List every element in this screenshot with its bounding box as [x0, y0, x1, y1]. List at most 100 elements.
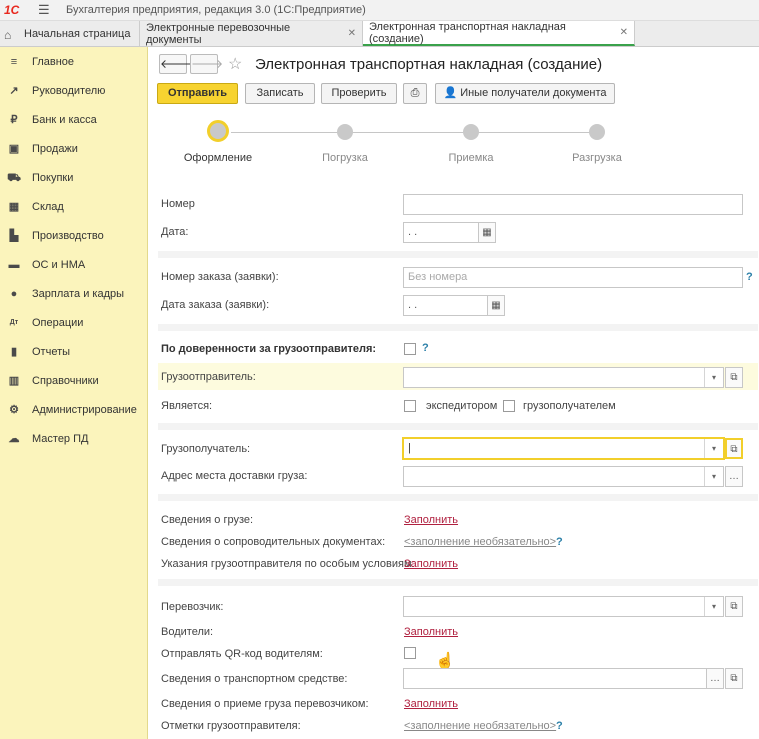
- sidebar-item-label: Администрирование: [32, 403, 137, 416]
- open-shipper-button[interactable]: ⧉: [725, 367, 743, 388]
- step-dot-formatting[interactable]: [207, 120, 229, 142]
- sidebar-item-label: Производство: [32, 229, 104, 242]
- check-button[interactable]: Проверить: [321, 83, 397, 104]
- accompanying-docs-link[interactable]: <заполнение необязательно>: [404, 536, 556, 548]
- help-icon[interactable]: ?: [556, 536, 563, 548]
- step-dot-acceptance[interactable]: [463, 124, 479, 140]
- sidebar-item-warehouse[interactable]: ▦ Склад: [0, 192, 147, 221]
- home-icon: ⌂: [4, 27, 12, 42]
- calendar-button[interactable]: ▦: [478, 222, 496, 243]
- consignee-checkbox[interactable]: [503, 400, 515, 412]
- ruble-icon: ₽: [10, 113, 18, 126]
- 1c-logo-icon[interactable]: 1С: [4, 3, 30, 17]
- carrier-select[interactable]: ▾: [403, 596, 724, 617]
- shipper-select[interactable]: ▾: [403, 367, 724, 388]
- sidebar-item-admin[interactable]: ⚙ Администрирование: [0, 395, 147, 424]
- sidebar-item-purchases[interactable]: ⛟ Покупки: [0, 163, 147, 192]
- calendar-button[interactable]: ▦: [487, 295, 505, 316]
- tab-transport-docs-label: Электронные перевозочные документы: [146, 21, 291, 46]
- vehicle-input[interactable]: [403, 668, 707, 689]
- sidebar-item-operations[interactable]: Дт Операции: [0, 308, 147, 337]
- open-window-icon: ⧉: [730, 601, 738, 612]
- select-vehicle-button[interactable]: …: [706, 668, 724, 689]
- carrier-acceptance-fill-link[interactable]: Заполнить: [404, 698, 458, 710]
- special-conditions-fill-link[interactable]: Заполнить: [404, 558, 458, 570]
- sidebar-item-bank[interactable]: ₽ Банк и касса: [0, 105, 147, 134]
- person-icon: ●: [10, 287, 18, 300]
- sidebar-item-label: Банк и касса: [32, 113, 97, 126]
- date-input[interactable]: . .: [403, 222, 479, 243]
- sidebar: ≡ Главное ↗ Руководителю ₽ Банк и касса ▣ Пр…: [0, 47, 148, 739]
- order-date-label: Дата заказа (заявки):: [161, 299, 270, 311]
- tab-transport-docs[interactable]: Электронные перевозочные документы ✕: [140, 21, 363, 46]
- step-label-loading: Погрузка: [322, 152, 368, 164]
- sidebar-item-manager[interactable]: ↗ Руководителю: [0, 76, 147, 105]
- sidebar-item-reports[interactable]: ▮ Отчеты: [0, 337, 147, 366]
- help-icon[interactable]: ?: [556, 720, 563, 732]
- sidebar-item-production[interactable]: ▙ Производство: [0, 221, 147, 250]
- help-icon[interactable]: ?: [422, 342, 429, 354]
- tab-bar: ⌂ Начальная страница Электронные перевоз…: [0, 21, 759, 47]
- grid-icon: ▦: [8, 200, 20, 213]
- close-icon[interactable]: ✕: [620, 27, 628, 38]
- sidebar-item-sales[interactable]: ▣ Продажи: [0, 134, 147, 163]
- sidebar-item-label: Справочники: [32, 374, 99, 387]
- open-carrier-button[interactable]: ⧉: [725, 596, 743, 617]
- send-button[interactable]: Отправить: [157, 83, 238, 104]
- forwarder-label: экспедитором: [426, 400, 498, 412]
- save-button[interactable]: Записать: [245, 83, 315, 104]
- sidebar-item-salary[interactable]: ● Зарплата и кадры: [0, 279, 147, 308]
- qr-checkbox[interactable]: [404, 647, 416, 659]
- step-dot-unloading[interactable]: [589, 124, 605, 140]
- number-label: Номер: [161, 198, 195, 210]
- chevron-down-icon[interactable]: ▾: [704, 368, 723, 387]
- other-recipients-button[interactable]: 👤 Иные получатели документа: [435, 83, 615, 104]
- order-date-input[interactable]: . .: [403, 295, 489, 316]
- section-divider: [158, 423, 758, 430]
- step-label-formatting: Оформление: [183, 152, 253, 164]
- forwarder-checkbox[interactable]: [404, 400, 416, 412]
- number-input[interactable]: [403, 194, 743, 215]
- drivers-label: Водители:: [161, 626, 214, 638]
- favorite-star-icon[interactable]: ☆: [228, 54, 242, 74]
- chevron-down-icon[interactable]: ▾: [704, 597, 723, 616]
- drivers-fill-link[interactable]: Заполнить: [404, 626, 458, 638]
- cargo-info-fill-link[interactable]: Заполнить: [404, 514, 458, 526]
- section-divider: [158, 251, 758, 258]
- sidebar-item-main[interactable]: ≡ Главное: [0, 47, 147, 76]
- sidebar-item-assets[interactable]: ▬ ОС и НМА: [0, 250, 147, 279]
- arrow-left-icon: 🡐: [160, 57, 193, 71]
- back-button[interactable]: 🡐: [159, 54, 192, 74]
- section-divider: [158, 579, 758, 586]
- chevron-down-icon[interactable]: ▾: [704, 467, 723, 486]
- tab-home[interactable]: ⌂ Начальная страница: [0, 21, 140, 46]
- hamburger-menu-icon[interactable]: ☰: [38, 2, 52, 18]
- is-label: Является:: [161, 400, 213, 412]
- consignee-select[interactable]: | ▾: [402, 437, 725, 460]
- step-dot-loading[interactable]: [337, 124, 353, 140]
- open-vehicle-button[interactable]: ⧉: [725, 668, 743, 689]
- close-icon[interactable]: ✕: [348, 28, 356, 39]
- chevron-down-icon[interactable]: ▾: [704, 439, 723, 458]
- open-consignee-button[interactable]: ⧉: [725, 438, 743, 459]
- sidebar-item-catalogs[interactable]: ▥ Справочники: [0, 366, 147, 395]
- order-number-label: Номер заказа (заявки):: [161, 271, 279, 283]
- sidebar-item-label: Главное: [32, 55, 75, 68]
- proxy-checkbox[interactable]: [404, 343, 416, 355]
- order-number-input[interactable]: Без номера: [403, 267, 743, 288]
- carrier-label: Перевозчик:: [161, 601, 224, 613]
- carrier-acceptance-label: Сведения о приеме груза перевозчиком:: [161, 698, 369, 710]
- help-icon[interactable]: ?: [746, 271, 753, 283]
- forward-button[interactable]: 🡒: [190, 54, 223, 74]
- delivery-address-select[interactable]: ▾: [403, 466, 724, 487]
- section-divider: [158, 324, 758, 331]
- shipper-marks-label: Отметки грузоотправителя:: [161, 720, 301, 732]
- stepper-line: [231, 132, 597, 133]
- sidebar-item-label: Продажи: [32, 142, 78, 155]
- shipper-marks-link[interactable]: <заполнение необязательно>: [404, 720, 556, 732]
- print-button[interactable]: ⎙: [403, 83, 427, 104]
- sidebar-item-master-pd[interactable]: ☁ Мастер ПД: [0, 424, 147, 453]
- select-address-button[interactable]: …: [725, 466, 743, 487]
- delivery-address-label: Адрес места доставки груза:: [161, 470, 308, 482]
- tab-waybill-create[interactable]: Электронная транспортная накладная (созд…: [363, 21, 635, 46]
